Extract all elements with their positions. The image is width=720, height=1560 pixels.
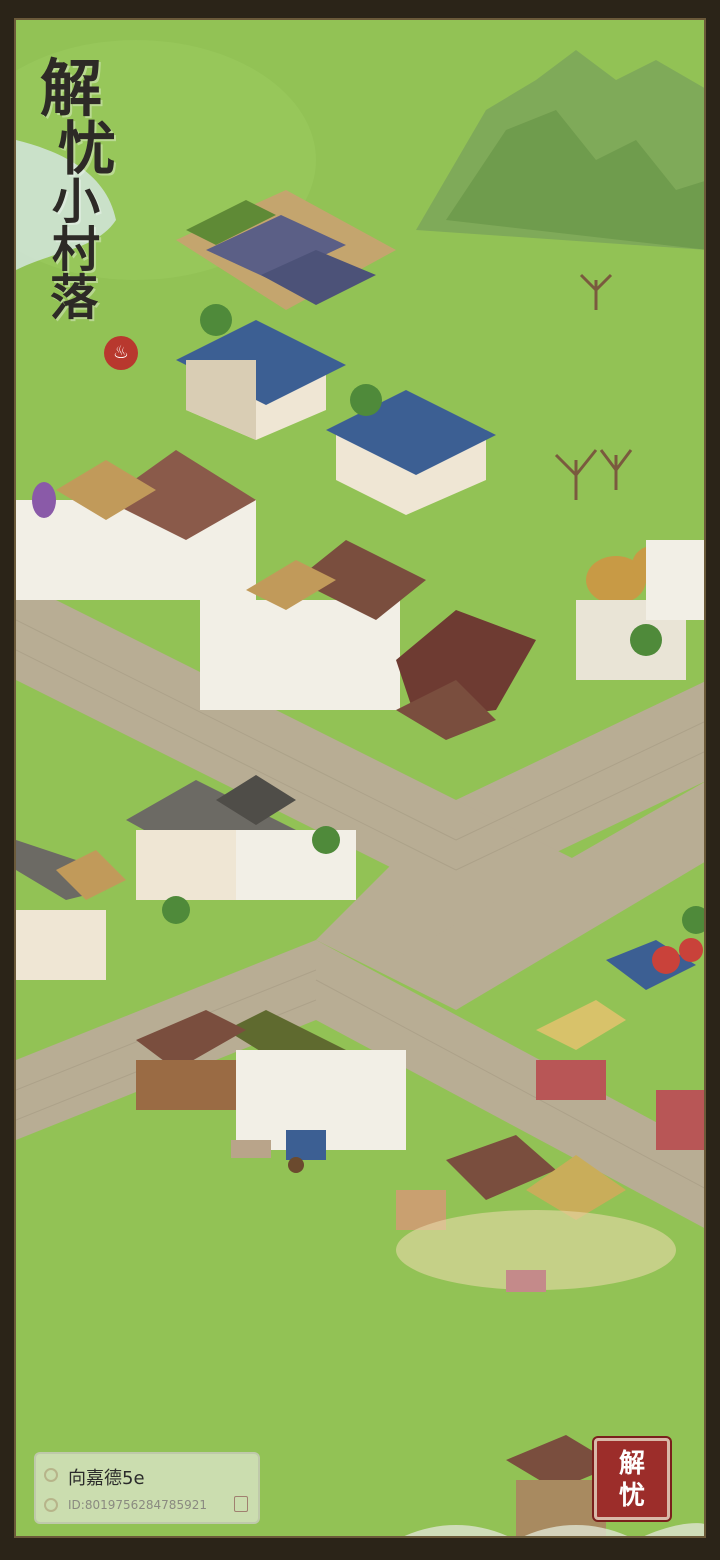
player-name: 向嘉德5e xyxy=(68,1468,145,1489)
title-char: 落 xyxy=(50,270,99,326)
game-title-logo: 解 忧 小 村 落 xyxy=(40,52,150,326)
ornament-icon xyxy=(44,1498,58,1512)
button-char: 解 xyxy=(618,1449,645,1479)
player-info-card[interactable]: 向嘉德5e ID:8019756284785921 xyxy=(34,1452,260,1524)
seal-icon xyxy=(234,1496,248,1512)
player-id: ID:8019756284785921 xyxy=(68,1498,207,1512)
jieyou-menu-button[interactable]: 解 忧 xyxy=(594,1438,670,1520)
button-char: 忧 xyxy=(618,1481,645,1511)
title-char: 小 xyxy=(52,174,101,230)
logo-seal-icon: ♨ xyxy=(104,336,138,370)
game-frame: 解 忧 小 村 落 ♨ 向嘉德5e ID:8019756284785921 解 … xyxy=(0,0,720,1560)
title-char: 解 xyxy=(40,52,103,125)
ornament-icon xyxy=(44,1468,58,1482)
title-char: 村 xyxy=(52,222,101,278)
title-char: 忧 xyxy=(58,115,117,183)
